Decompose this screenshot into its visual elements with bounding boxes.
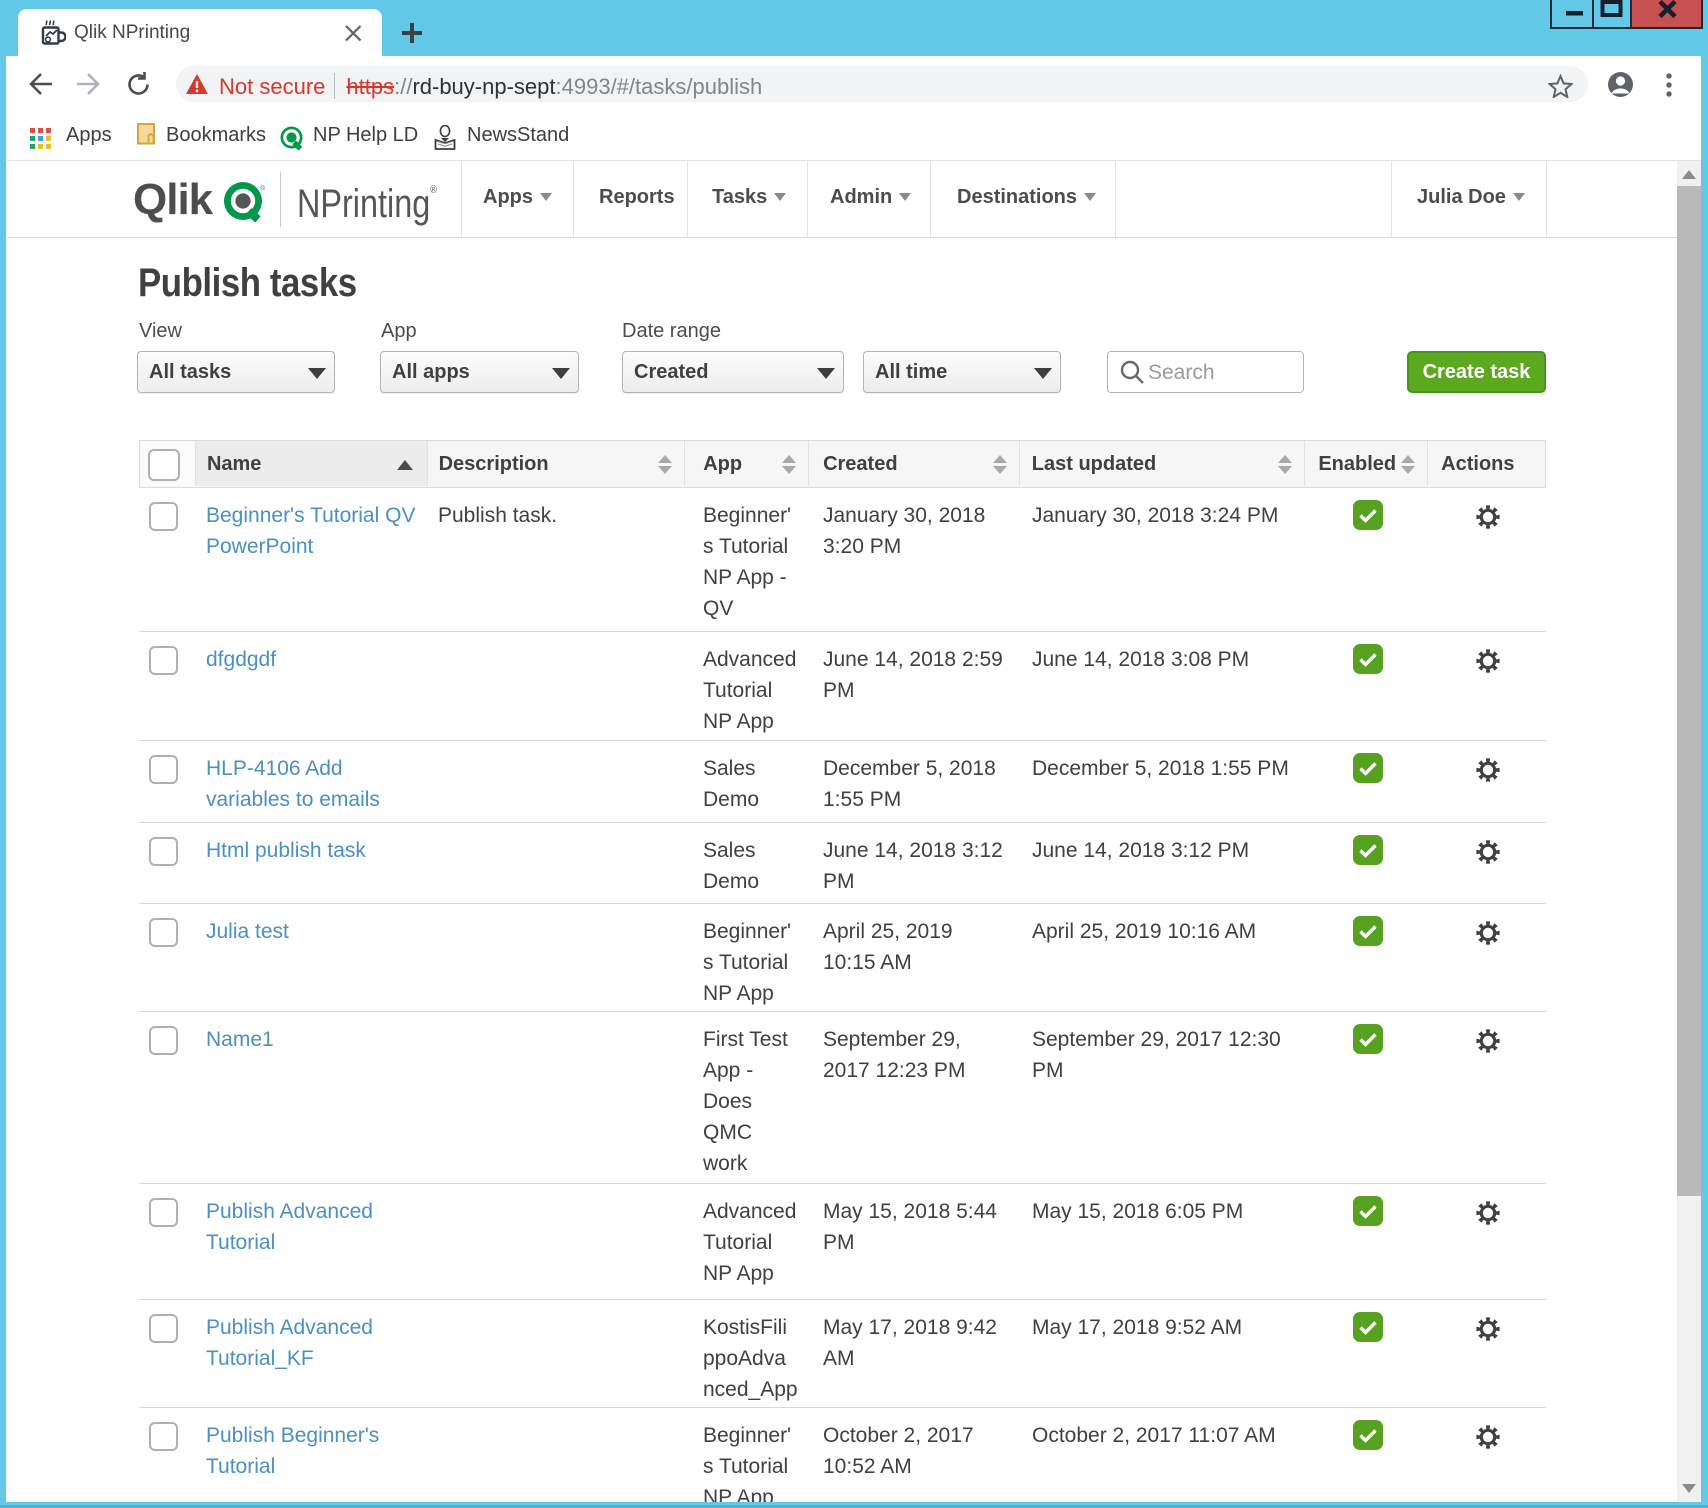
svg-text:R: R bbox=[261, 185, 265, 191]
